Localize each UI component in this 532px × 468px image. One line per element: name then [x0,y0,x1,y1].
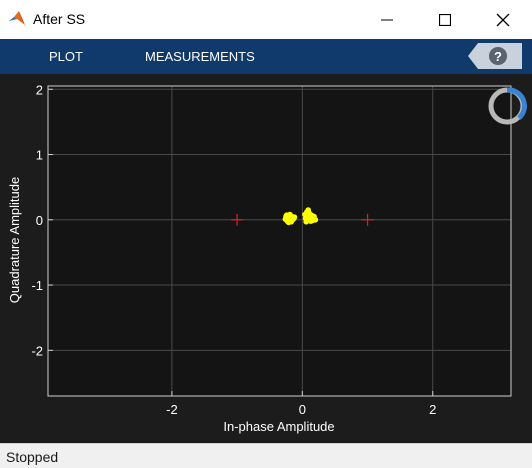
y-tick-label: 2 [36,82,43,97]
received-sample-point [306,209,312,216]
maximize-button[interactable] [416,0,474,39]
scope-window: After SS PLOT MEASUREMENTS ? 2 1 0 -1 -2… [0,0,532,468]
minimize-icon [381,19,393,20]
x-tick-label: 0 [299,402,306,417]
window-title: After SS [33,11,86,27]
status-bar: Stopped [0,443,532,468]
y-tick-label: -2 [31,343,43,358]
toolstrip: PLOT MEASUREMENTS [0,39,532,74]
x-tick-label: -2 [166,402,178,417]
help-button[interactable]: ? [468,43,522,69]
status-text: Stopped [6,449,59,465]
tab-plot[interactable]: PLOT [49,39,83,74]
tab-measurements[interactable]: MEASUREMENTS [145,39,255,74]
close-button[interactable] [474,0,532,39]
y-tick-label: -1 [31,278,43,293]
matlab-logo-icon [9,11,25,25]
received-sample-point [288,218,295,225]
received-sample-point [283,212,290,219]
axes-background [48,86,511,396]
minimize-button[interactable] [358,0,416,39]
close-icon [496,13,510,26]
x-axis-label: In-phase Amplitude [223,419,334,434]
maximize-icon [439,13,451,26]
constellation-plot[interactable]: 2 1 0 -1 -2 -2 0 2 In-phase Amplitude Quadratu… [0,74,532,443]
title-bar: After SS [0,0,532,39]
svg-text:?: ? [494,49,502,64]
help-icon: ? [489,47,507,65]
received-sample-point [312,216,319,223]
y-tick-label: 1 [36,148,43,163]
x-tick-label: 2 [429,402,436,417]
y-tick-label: 0 [36,213,43,228]
received-sample-point [291,214,298,220]
y-axis-label: Quadrature Amplitude [7,177,22,303]
